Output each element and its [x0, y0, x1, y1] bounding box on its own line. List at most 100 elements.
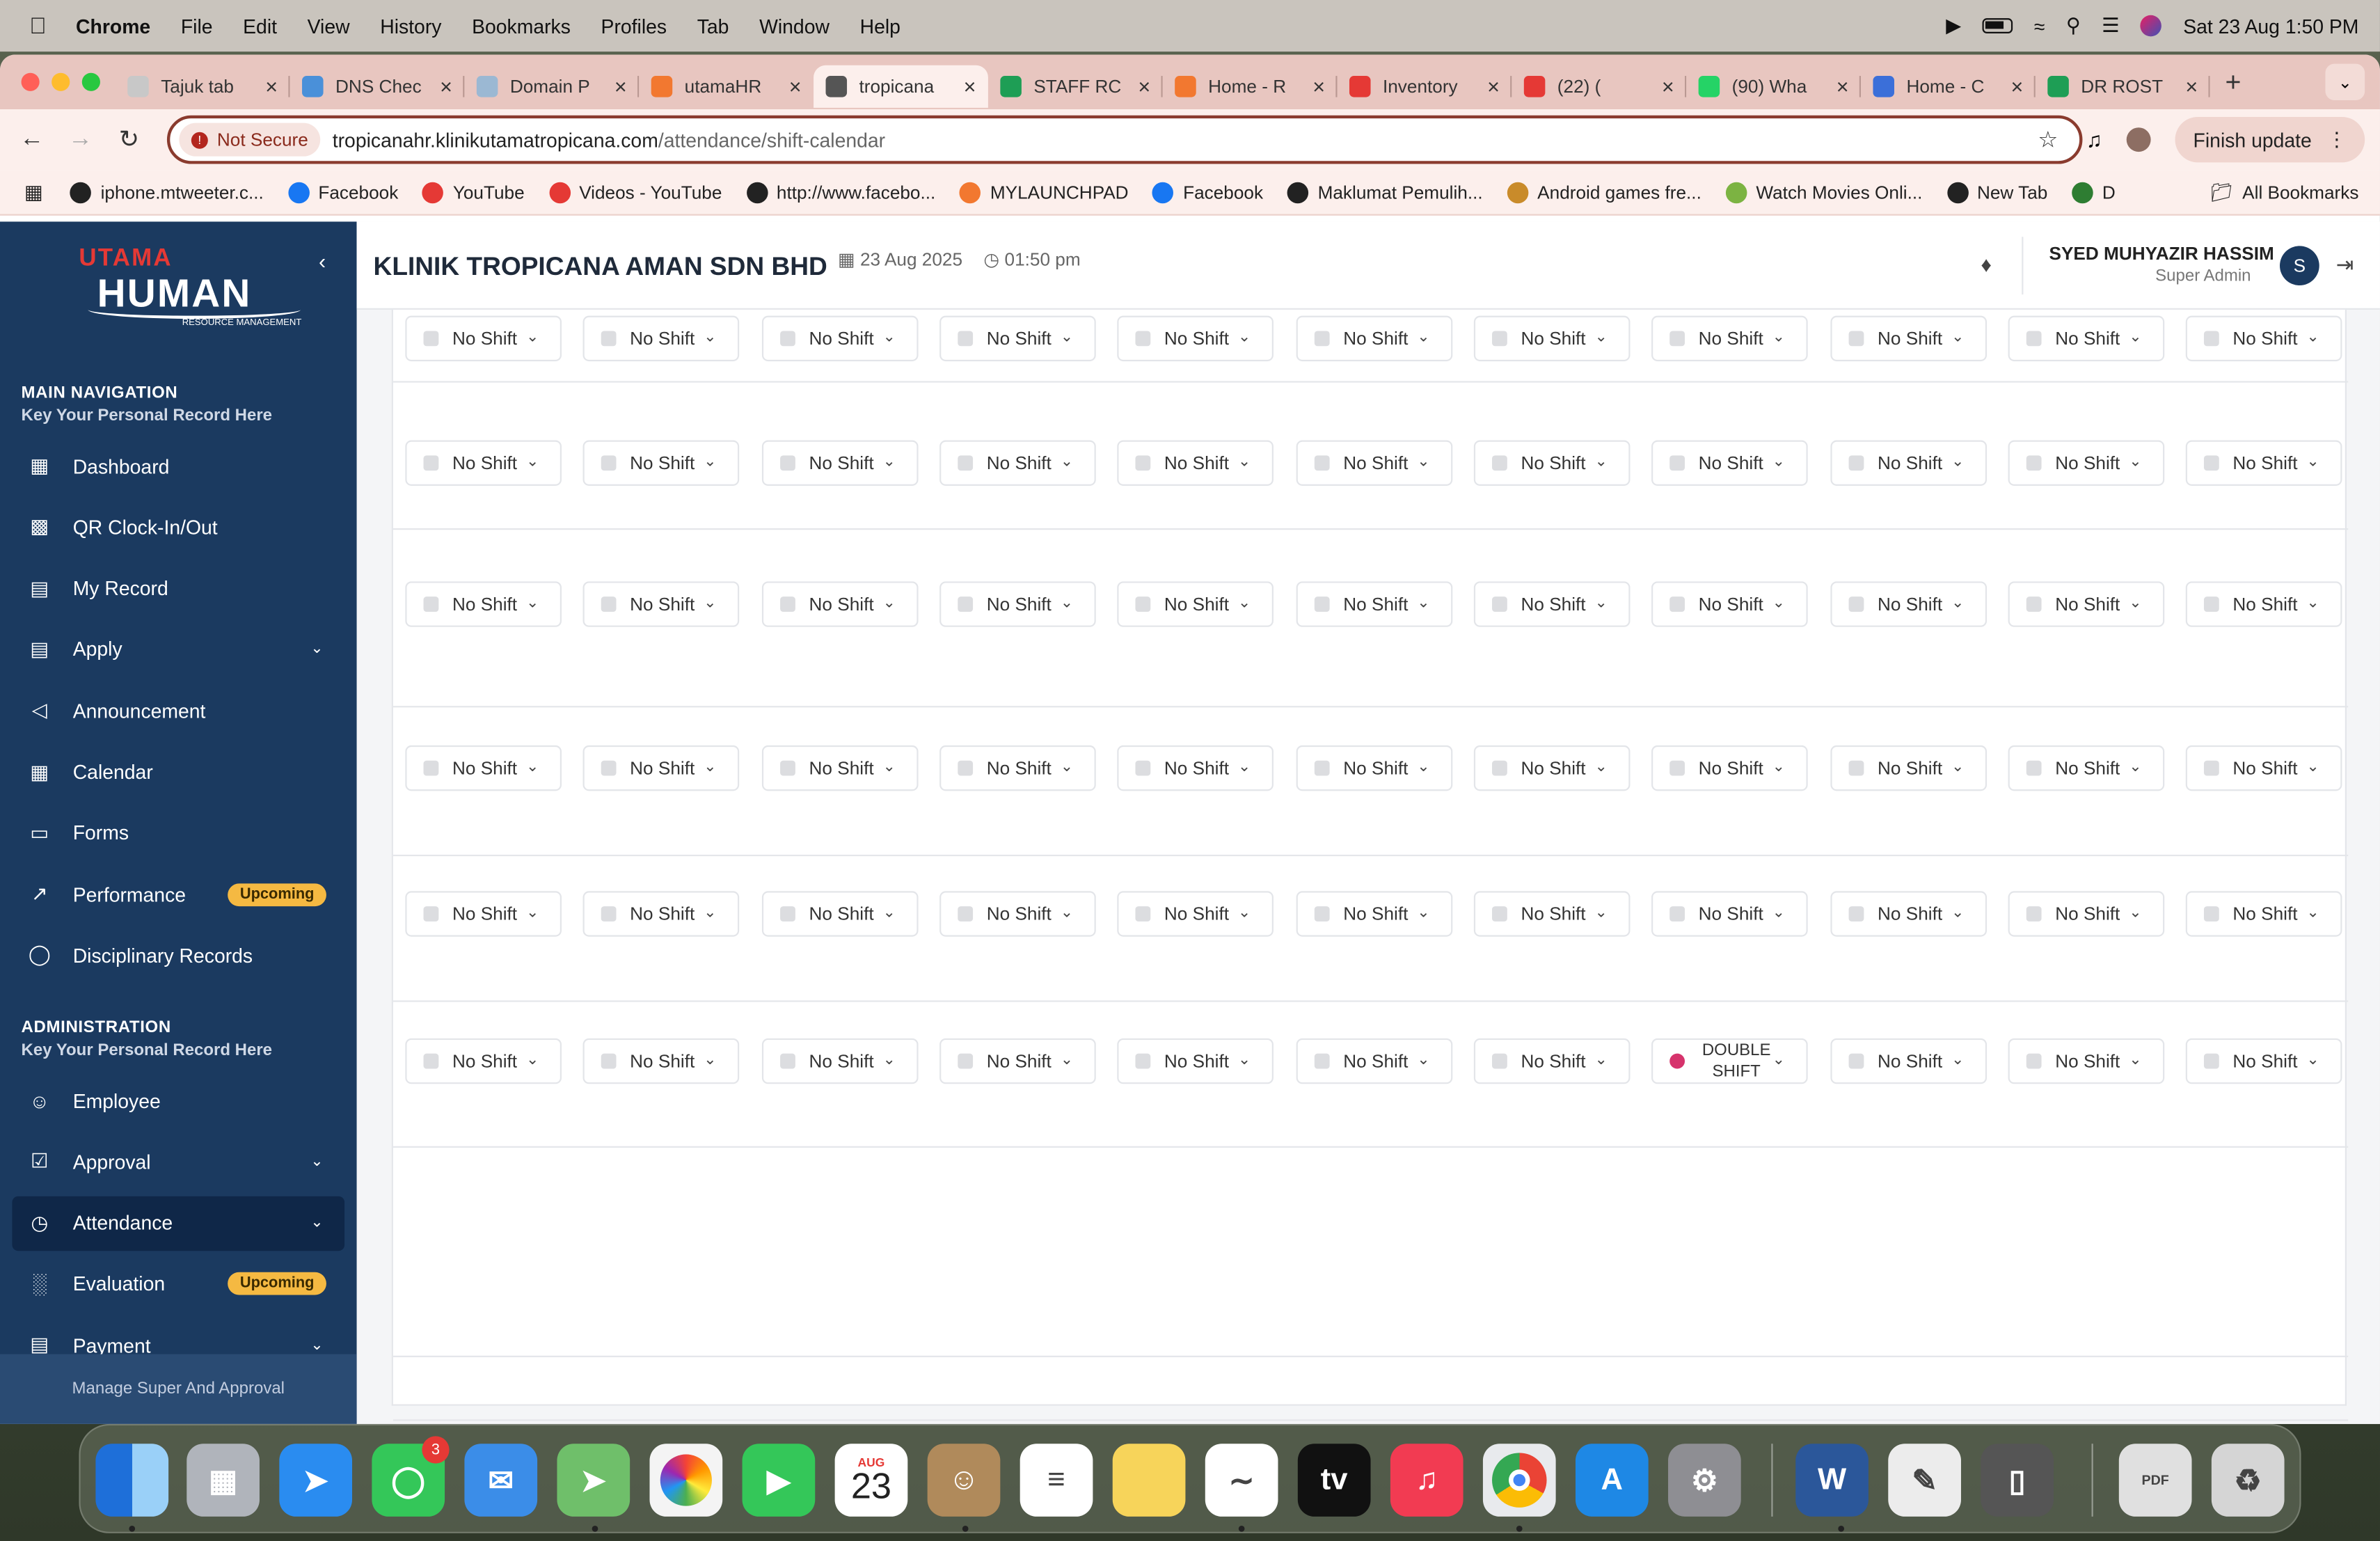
tv-icon[interactable]: tv [1297, 1444, 1371, 1517]
shift-select[interactable]: No Shift ⌄ [2008, 581, 2165, 627]
sidebar-item-performance[interactable]: ↗ Performance Upcoming [12, 867, 344, 922]
close-tab-icon[interactable]: × [1312, 74, 1325, 99]
browser-tab[interactable]: (90) Wha × [1686, 65, 1862, 108]
safari-icon[interactable]: ➤ [279, 1444, 353, 1517]
shift-select[interactable]: No Shift ⌄ [1296, 581, 1453, 627]
reminders-icon[interactable]: ≡ [1020, 1444, 1093, 1517]
shift-select[interactable]: No Shift ⌄ [1296, 315, 1453, 362]
shift-select[interactable]: No Shift ⌄ [2008, 745, 2165, 791]
sidebar-item-apply[interactable]: ▤ Apply ⌄ [12, 622, 344, 677]
menu-tab[interactable]: Tab [697, 15, 729, 38]
shift-select[interactable]: No Shift ⌄ [1117, 581, 1274, 627]
utama-human-logo[interactable]: UTAMA HUMAN RESOURCE MANAGEMENT [73, 246, 316, 337]
shift-select[interactable]: No Shift ⌄ [405, 1038, 562, 1084]
user-avatar[interactable]: S [2280, 246, 2319, 286]
bookmark-item[interactable]: D [2072, 181, 2116, 203]
shift-select[interactable]: No Shift ⌄ [1830, 1038, 1988, 1084]
shift-select[interactable]: No Shift ⌄ [405, 315, 562, 362]
chrome-icon[interactable] [1482, 1444, 1556, 1517]
shift-select[interactable]: No Shift ⌄ [405, 440, 562, 486]
freeform-icon[interactable]: ∼ [1205, 1444, 1278, 1517]
browser-tab[interactable]: DR ROST × [2036, 65, 2210, 108]
shift-select[interactable]: No Shift ⌄ [405, 891, 562, 937]
bookmark-item[interactable]: Watch Movies Onli... [1725, 181, 1922, 203]
shift-select[interactable]: No Shift ⌄ [2185, 440, 2342, 486]
iphone-mirroring-icon[interactable]: ▯ [1981, 1444, 2054, 1517]
shift-select[interactable]: No Shift ⌄ [939, 581, 1096, 627]
media-controls-icon[interactable]: ♫ [2086, 127, 2102, 152]
collapse-sidebar-icon[interactable]: ‹ [319, 249, 326, 274]
facetime-icon[interactable]: ▶ [742, 1444, 816, 1517]
shift-select[interactable]: No Shift ⌄ [939, 891, 1096, 937]
shift-select[interactable]: No Shift ⌄ [1651, 315, 1808, 362]
shift-select[interactable]: No Shift ⌄ [2185, 1038, 2342, 1084]
shift-select[interactable]: No Shift ⌄ [1473, 581, 1631, 627]
sidebar-item-announcement[interactable]: ◁ Announcement [12, 683, 344, 738]
mail-icon[interactable]: ✉ [464, 1444, 538, 1517]
sidebar-item-approval[interactable]: ☑ Approval ⌄ [12, 1135, 344, 1190]
close-tab-icon[interactable]: × [789, 74, 802, 99]
apps-grid-icon[interactable]: ▦ [24, 180, 43, 204]
shift-select[interactable]: No Shift ⌄ [1296, 891, 1453, 937]
shift-select[interactable]: No Shift ⌄ [1473, 440, 1631, 486]
menu-edit[interactable]: Edit [243, 15, 277, 38]
menu-view[interactable]: View [308, 15, 350, 38]
close-tab-icon[interactable]: × [2185, 74, 2198, 99]
shift-select[interactable]: No Shift ⌄ [761, 891, 919, 937]
shift-select[interactable]: No Shift ⌄ [1651, 440, 1808, 486]
shift-select[interactable]: No Shift ⌄ [939, 745, 1096, 791]
shift-select[interactable]: No Shift ⌄ [582, 315, 740, 362]
shift-select[interactable]: No Shift ⌄ [582, 891, 740, 937]
menu-file[interactable]: File [181, 15, 213, 38]
url-text[interactable]: tropicanahr.klinikutamatropicana.com/att… [333, 128, 885, 151]
shift-select[interactable]: No Shift ⌄ [939, 315, 1096, 362]
logout-icon[interactable]: ⇥ [2336, 252, 2354, 278]
maps-icon[interactable]: ➤ [557, 1444, 630, 1517]
zoom-window-button[interactable] [81, 72, 100, 91]
photos-icon[interactable] [649, 1444, 723, 1517]
calendar-app-icon[interactable]: AUG 23 [834, 1444, 908, 1517]
shift-select[interactable]: No Shift ⌄ [1296, 1038, 1453, 1084]
browser-tab[interactable]: DNS Chec × [290, 65, 465, 108]
bookmark-item[interactable]: Maklumat Pemulih... [1287, 181, 1483, 203]
browser-tab[interactable]: Tajuk tab × [116, 65, 290, 108]
sidebar-item-attendance[interactable]: ◷ Attendance ⌄ [12, 1195, 345, 1251]
shift-select[interactable]: No Shift ⌄ [1830, 440, 1988, 486]
all-bookmarks-button[interactable]: 📁︎ All Bookmarks [2210, 182, 2359, 203]
shift-select[interactable]: No Shift ⌄ [1117, 891, 1274, 937]
sidebar-item-disciplinary-records[interactable]: ◯ Disciplinary Records [12, 928, 344, 983]
trash-icon[interactable]: ♻ [2211, 1444, 2285, 1517]
shift-select[interactable]: No Shift ⌄ [1473, 1038, 1631, 1084]
shift-select[interactable]: DOUBLE SHIFT ⌄ [1651, 1038, 1808, 1084]
bookmark-star-icon[interactable]: ☆ [2038, 126, 2058, 153]
shift-select[interactable]: No Shift ⌄ [582, 1038, 740, 1084]
menu-help[interactable]: Help [860, 15, 901, 38]
browser-tab[interactable]: (22) (× [1512, 65, 1687, 108]
shift-select[interactable]: No Shift ⌄ [761, 581, 919, 627]
sidebar-item-dashboard[interactable]: ▦ Dashboard [12, 438, 344, 493]
bookmark-item[interactable]: Facebook [287, 181, 398, 203]
sidebar-item-qr-clock-in-out[interactable]: ▩ QR Clock-In/Out [12, 500, 344, 555]
shift-select[interactable]: No Shift ⌄ [1830, 581, 1988, 627]
close-tab-icon[interactable]: × [964, 74, 976, 99]
shift-select[interactable]: No Shift ⌄ [1473, 891, 1631, 937]
menu-app-name[interactable]: Chrome [76, 15, 150, 38]
finder-icon[interactable] [95, 1444, 169, 1517]
battery-icon[interactable] [1982, 18, 2013, 33]
new-tab-button[interactable]: + [2225, 66, 2241, 98]
shift-select[interactable]: No Shift ⌄ [1651, 581, 1808, 627]
bookmark-item[interactable]: Facebook [1152, 181, 1263, 203]
shift-select[interactable]: No Shift ⌄ [939, 440, 1096, 486]
bookmark-item[interactable]: MYLAUNCHPAD [960, 181, 1129, 203]
bookmark-item[interactable]: iphone.mtweeter.c... [70, 181, 264, 203]
app-store-icon[interactable]: A [1575, 1444, 1649, 1517]
music-icon[interactable]: ♫ [1390, 1444, 1463, 1517]
shift-select[interactable]: No Shift ⌄ [2008, 1038, 2165, 1084]
menu-window[interactable]: Window [759, 15, 830, 38]
shift-select[interactable]: No Shift ⌄ [1117, 440, 1274, 486]
bookmark-item[interactable]: New Tab [1946, 181, 2047, 203]
shift-select[interactable]: No Shift ⌄ [761, 745, 919, 791]
shift-select[interactable]: No Shift ⌄ [1296, 745, 1453, 791]
menu-history[interactable]: History [380, 15, 441, 38]
shift-select[interactable]: No Shift ⌄ [1830, 745, 1988, 791]
